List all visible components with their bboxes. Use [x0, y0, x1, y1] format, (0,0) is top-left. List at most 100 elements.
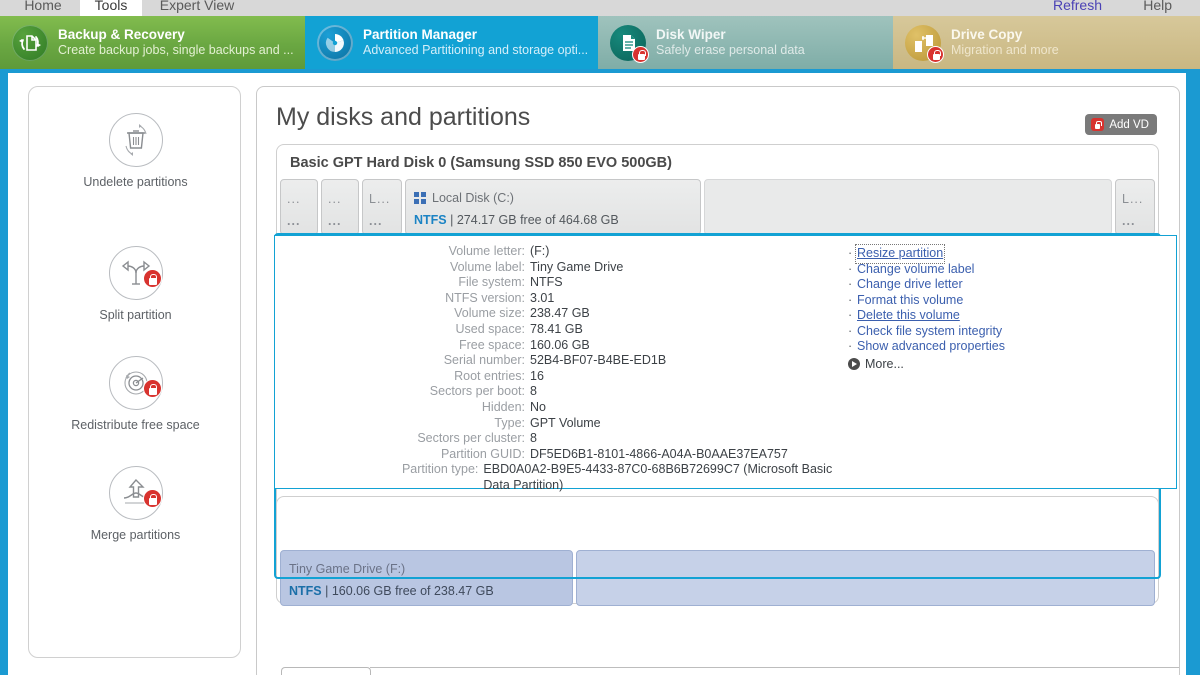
- ribbon-tile-disk-wiper[interactable]: Disk Wiper Safely erase personal data: [598, 16, 893, 69]
- action-link[interactable]: Change drive letter: [857, 277, 963, 293]
- property-value: 8: [530, 431, 537, 446]
- property-row: NTFS version: 3.01: [275, 291, 835, 307]
- bottom-tab-my-computer[interactable]: My Computer: [281, 667, 371, 675]
- ribbon-tile-drive-copy[interactable]: Drive Copy Migration and more: [893, 16, 1200, 69]
- partition-fs: ...: [287, 214, 301, 228]
- sidebar-tool-split-partition[interactable]: Split partition: [29, 246, 242, 322]
- lock-badge-icon: [1091, 118, 1105, 131]
- property-key: File system:: [458, 275, 525, 290]
- partition-block-local-disk-c[interactable]: Local Disk (C:) NTFS | 274.17 GB free of…: [405, 179, 701, 235]
- property-value: (F:): [530, 244, 550, 258]
- sidebar-tool-label: Split partition: [99, 308, 172, 322]
- property-row: Used space: 78.41 GB: [275, 322, 835, 338]
- action-link[interactable]: Delete this volume: [857, 308, 960, 324]
- ribbon-tile-backup-recovery[interactable]: Backup & Recovery Create backup jobs, si…: [0, 16, 305, 69]
- action-item-format-this-volume[interactable]: · Format this volume: [848, 293, 1188, 309]
- refresh-link[interactable]: Refresh: [1053, 0, 1102, 16]
- ribbon-tile-partition-manager[interactable]: Partition Manager Advanced Partitioning …: [305, 16, 598, 69]
- action-item-check-file-system-integrity[interactable]: · Check file system integrity: [848, 324, 1188, 340]
- partition-block-1[interactable]: ... ...: [321, 179, 359, 235]
- partition-fs: NTFS | 274.17 GB free of 464.68 GB: [414, 213, 619, 227]
- property-key: Volume label:: [449, 259, 525, 274]
- action-item-delete-this-volume[interactable]: · Delete this volume: [848, 308, 1188, 324]
- action-item-change-drive-letter[interactable]: · Change drive letter: [848, 277, 1188, 293]
- property-value: NTFS: [530, 275, 563, 290]
- property-key: Root entries:: [454, 368, 525, 383]
- property-row: Volume size: 238.47 GB: [275, 306, 835, 322]
- property-key: Hidden:: [481, 399, 525, 414]
- property-row: Sectors per boot: 8: [275, 384, 835, 400]
- sidebar-tool-undelete-partitions[interactable]: Undelete partitions: [29, 113, 242, 189]
- top-tab-strip: Home Tools Expert View Refresh Help: [0, 0, 1200, 16]
- document-shred-icon: [610, 24, 649, 63]
- disk-title: Basic GPT Hard Disk 0 (Samsung SSD 850 E…: [290, 155, 672, 171]
- bullet-icon: ·: [848, 261, 853, 276]
- bullet-icon: ·: [848, 323, 853, 338]
- merge-arrow-icon: [108, 466, 163, 520]
- tab-tools[interactable]: Tools: [80, 0, 142, 16]
- property-key: Serial number:: [443, 353, 525, 368]
- play-arrow-icon: [848, 357, 860, 370]
- action-item-show-advanced-properties[interactable]: · Show advanced properties: [848, 339, 1188, 355]
- action-link[interactable]: Check file system integrity: [857, 324, 1002, 340]
- action-link[interactable]: Format this volume: [857, 293, 963, 309]
- property-row: File system: NTFS: [275, 275, 835, 291]
- more-label: More...: [865, 356, 904, 371]
- action-link[interactable]: Resize partition: [854, 244, 946, 264]
- sidebar-tool-merge-partitions[interactable]: Merge partitions: [29, 466, 242, 542]
- property-key: Sectors per boot:: [429, 384, 525, 399]
- partition-block-free-space[interactable]: [704, 179, 1112, 235]
- partition-block-2[interactable]: L... ...: [362, 179, 402, 235]
- redistribute-icon: [108, 356, 163, 410]
- partition-name: ...: [287, 192, 301, 206]
- action-link[interactable]: Change volume label: [857, 262, 974, 278]
- property-row: Root entries: 16: [275, 369, 835, 385]
- page-title: My disks and partitions: [276, 103, 531, 131]
- partition-block-5[interactable]: L... ...: [1115, 179, 1155, 235]
- pie-chart-icon: [317, 24, 353, 61]
- property-key: Volume letter:: [448, 244, 525, 258]
- tab-expert-view[interactable]: Expert View: [148, 0, 246, 16]
- ribbon-subtitle: Advanced Partitioning and storage opti..…: [363, 43, 589, 58]
- ribbon-title: Drive Copy: [951, 26, 1023, 42]
- partition-block-tiny-game-drive-fill[interactable]: [576, 550, 1155, 606]
- partition-fs: ...: [1122, 214, 1136, 228]
- sidebar-tool-label: Redistribute free space: [71, 418, 200, 432]
- property-value: DF5ED6B1-8101-4866-A04A-B0AAE37EA757: [530, 446, 788, 461]
- bullet-icon: ·: [848, 292, 853, 307]
- property-value: 160.06 GB: [530, 337, 590, 352]
- main-panel: My disks and partitions Add VD Basic GPT…: [256, 86, 1180, 675]
- partition-block-tiny-game-drive[interactable]: Tiny Game Drive (F:) NTFS | 160.06 GB fr…: [280, 550, 573, 606]
- partition-name: ...: [328, 192, 342, 206]
- add-vd-button[interactable]: Add VD: [1085, 114, 1157, 135]
- help-link[interactable]: Help: [1143, 0, 1172, 16]
- disk-card-4: Tiny Game Drive (F:) NTFS | 160.06 GB fr…: [276, 496, 1159, 606]
- property-row: Type: GPT Volume: [275, 416, 835, 432]
- action-link[interactable]: Show advanced properties: [857, 339, 1005, 355]
- partition-block-0[interactable]: ... ...: [280, 179, 318, 235]
- recycle-bin-icon: [108, 113, 163, 167]
- action-item-resize-partition[interactable]: · Resize partition: [848, 244, 1188, 264]
- property-value: No: [530, 399, 546, 414]
- action-item-more[interactable]: More...: [848, 356, 1188, 372]
- add-vd-label: Add VD: [1109, 118, 1149, 131]
- ribbon-subtitle: Migration and more: [951, 43, 1059, 58]
- volume-properties-popup: Volume letter: (F:) Volume label: Tiny Gam…: [274, 235, 1177, 492]
- partition-fs: ...: [328, 214, 342, 228]
- split-arrows-icon: [108, 246, 163, 300]
- property-value: 78.41 GB: [530, 321, 583, 336]
- ribbon-subtitle: Create backup jobs, single backups and .…: [58, 43, 294, 58]
- partition-name: L...: [1122, 192, 1144, 206]
- tab-home[interactable]: Home: [12, 0, 74, 16]
- property-row: Sectors per cluster: 8: [275, 431, 835, 447]
- property-row: Volume label: Tiny Game Drive: [275, 260, 835, 276]
- lock-badge-icon: [142, 379, 162, 398]
- bullet-icon: ·: [848, 308, 853, 322]
- partition-fs: ...: [369, 214, 383, 228]
- sidebar-tool-redistribute-free-space[interactable]: Redistribute free space: [29, 356, 242, 432]
- bullet-icon: ·: [848, 339, 853, 353]
- application-window: Home Tools Expert View Refresh Help Back…: [0, 0, 1200, 675]
- action-item-change-volume-label[interactable]: · Change volume label: [848, 262, 1188, 278]
- ribbon-title: Partition Manager: [363, 26, 478, 42]
- sidebar-tool-label: Merge partitions: [90, 528, 181, 542]
